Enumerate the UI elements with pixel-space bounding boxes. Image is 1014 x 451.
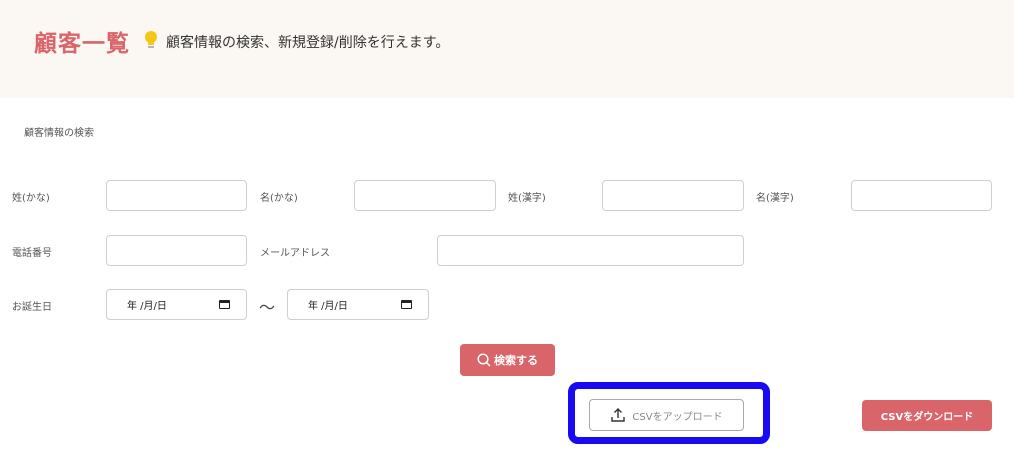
last-kana-input[interactable] <box>106 180 247 211</box>
phone-label: 電話番号 <box>12 248 52 259</box>
last-kanji-input[interactable] <box>602 180 744 211</box>
page-description: 顧客情報の検索、新規登録/削除を行えます。 <box>166 35 450 51</box>
birthday-to-value: 年 /月/日 <box>308 301 348 312</box>
page-header: 顧客一覧 顧客情報の検索、新規登録/削除を行えます。 <box>0 0 1014 98</box>
last-kana-label: 姓(かな) <box>12 193 50 204</box>
upload-icon <box>611 408 626 422</box>
last-kanji-label: 姓(漢字) <box>508 193 546 204</box>
phone-input[interactable] <box>106 235 247 266</box>
first-kanji-input[interactable] <box>851 180 992 211</box>
lightbulb-icon <box>145 31 157 48</box>
email-input[interactable] <box>437 235 744 266</box>
search-button[interactable]: 検索する <box>460 344 555 376</box>
csv-download-button[interactable]: CSVをダウンロード <box>862 400 992 431</box>
birthday-label: お誕生日 <box>12 302 52 313</box>
first-kanji-label: 名(漢字) <box>756 193 794 204</box>
birthday-from-value: 年 /月/日 <box>127 301 167 312</box>
csv-download-label: CSVをダウンロード <box>880 412 974 423</box>
search-button-label: 検索する <box>494 354 538 367</box>
search-icon <box>477 353 491 367</box>
search-section-title: 顧客情報の検索 <box>24 128 94 139</box>
calendar-icon[interactable] <box>219 300 230 309</box>
csv-upload-button[interactable]: CSVをアップロード <box>589 399 744 431</box>
date-range-separator: 〜 <box>259 298 276 317</box>
csv-upload-label: CSVをアップロード <box>632 411 723 423</box>
first-kana-input[interactable] <box>354 180 496 211</box>
calendar-icon[interactable] <box>401 300 412 309</box>
birthday-to-input[interactable]: 年 /月/日 <box>287 289 429 320</box>
birthday-from-input[interactable]: 年 /月/日 <box>106 289 247 320</box>
page-title: 顧客一覧 <box>34 31 130 57</box>
email-label: メールアドレス <box>260 248 330 259</box>
first-kana-label: 名(かな) <box>260 193 298 204</box>
